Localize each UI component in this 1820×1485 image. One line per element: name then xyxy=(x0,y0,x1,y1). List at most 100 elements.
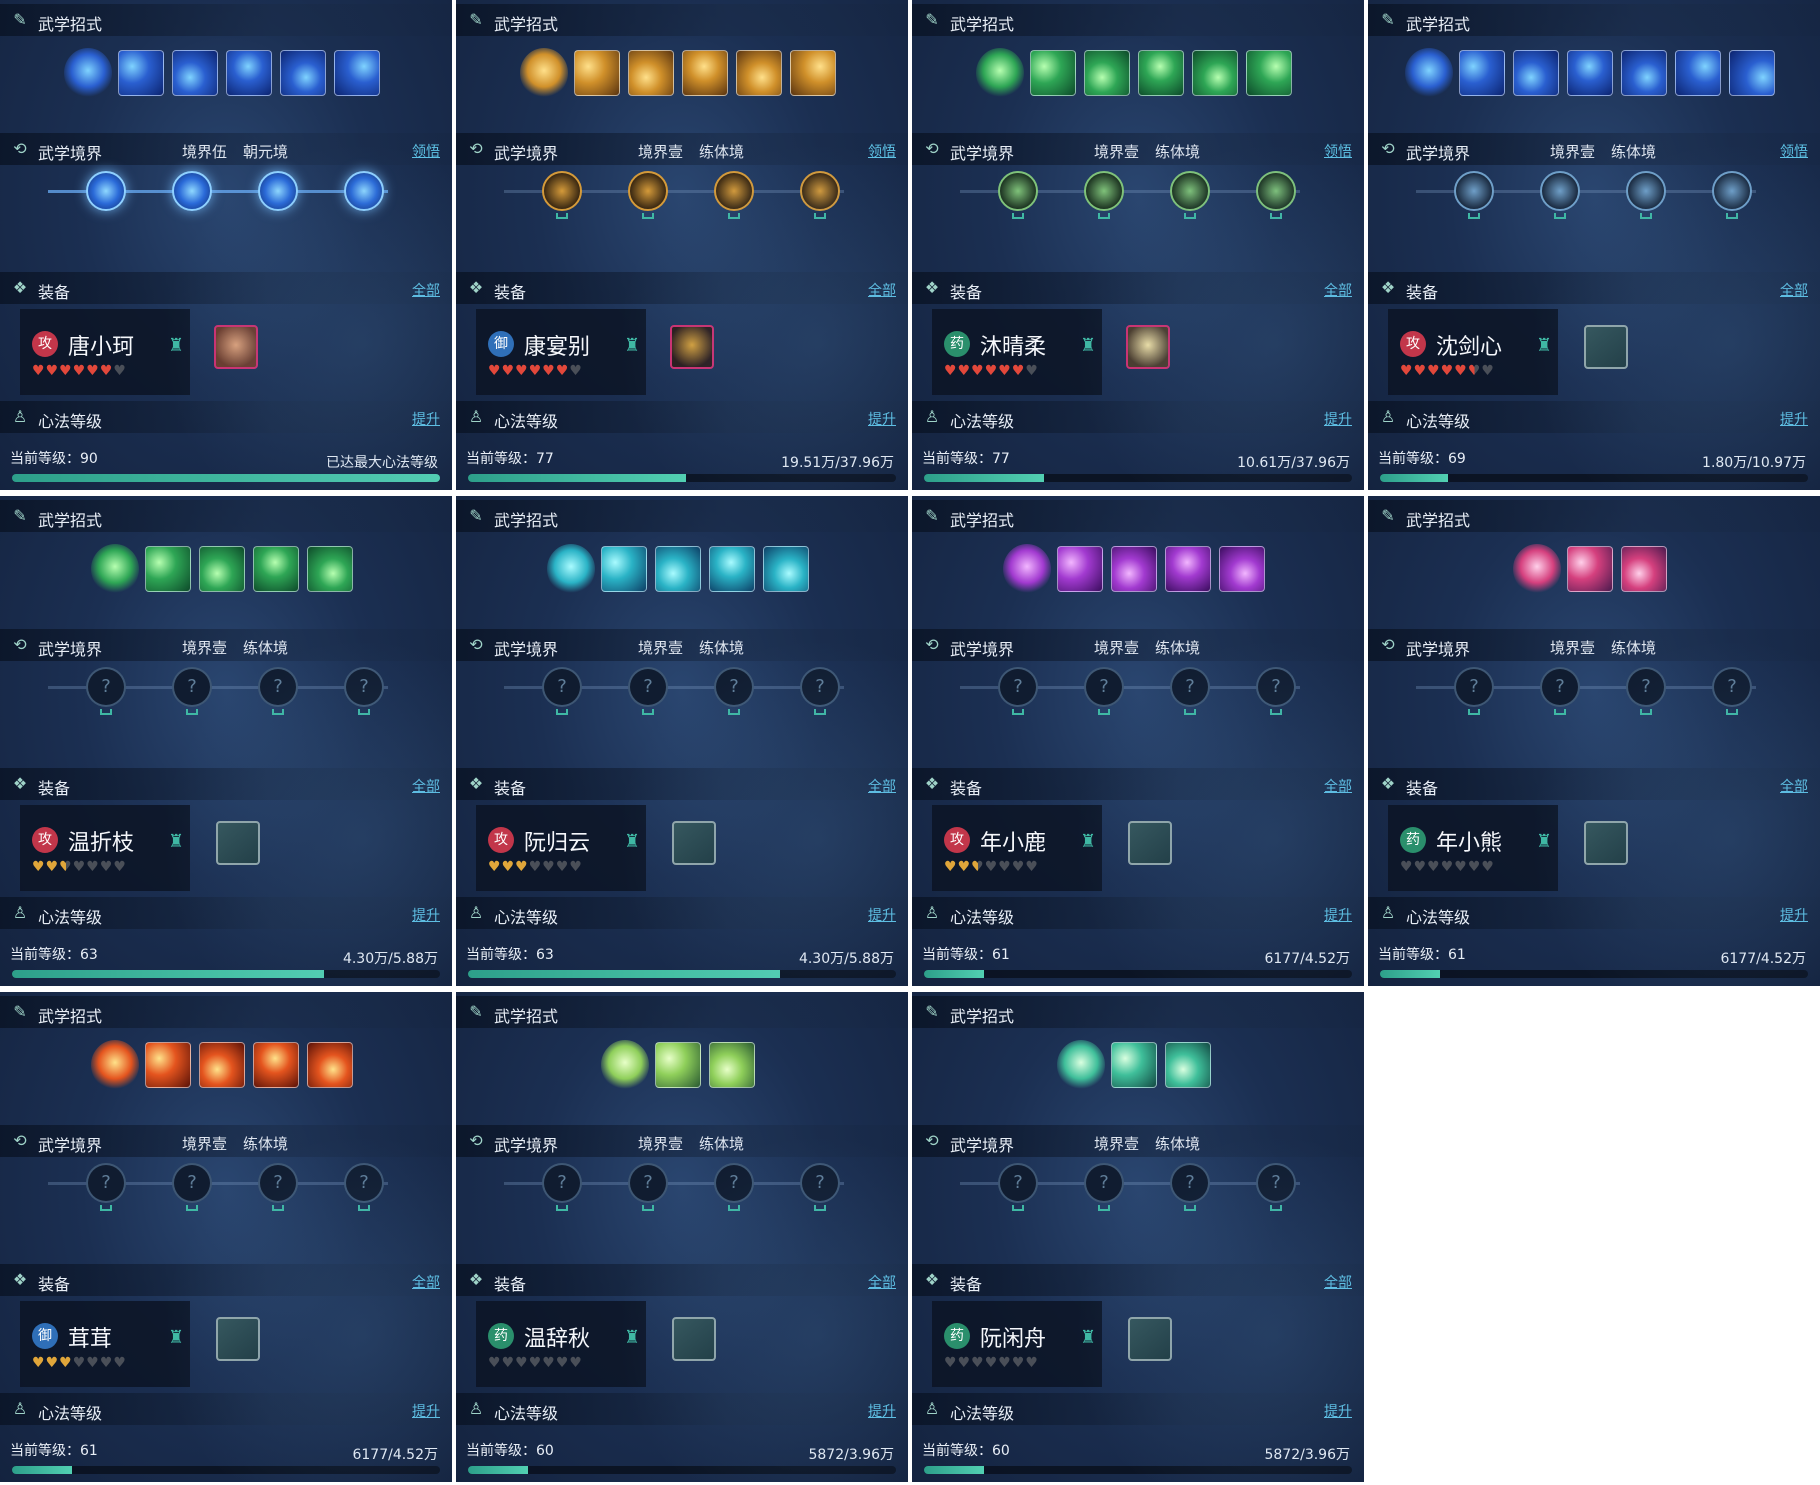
equipment-slot[interactable] xyxy=(1128,821,1172,865)
main-skill-icon[interactable] xyxy=(976,48,1024,98)
realm-node[interactable]: ? xyxy=(800,667,840,707)
upgrade-link[interactable]: 提升 xyxy=(1324,409,1352,429)
main-skill-icon[interactable] xyxy=(91,1040,139,1090)
realm-node[interactable] xyxy=(86,171,126,211)
realm-node[interactable]: ? xyxy=(258,1163,298,1203)
skill-icon[interactable] xyxy=(280,50,326,96)
realm-node[interactable]: ? xyxy=(542,1163,582,1203)
character-card[interactable]: 攻沈剑心 ♜ ♥♥♥♥♥♥♥ xyxy=(1388,309,1558,395)
skill-icon[interactable] xyxy=(709,546,755,592)
skill-icon[interactable] xyxy=(307,546,353,592)
all-equipment-link[interactable]: 全部 xyxy=(412,1272,440,1292)
main-skill-icon[interactable] xyxy=(64,48,112,98)
realm-node[interactable] xyxy=(258,171,298,211)
realm-node[interactable]: ? xyxy=(1170,667,1210,707)
skill-icon[interactable] xyxy=(763,546,809,592)
upgrade-link[interactable]: 提升 xyxy=(868,905,896,925)
skill-icon[interactable] xyxy=(1138,50,1184,96)
upgrade-link[interactable]: 提升 xyxy=(1324,1401,1352,1421)
all-equipment-link[interactable]: 全部 xyxy=(1780,280,1808,300)
skill-icon[interactable] xyxy=(1057,546,1103,592)
realm-node[interactable]: ? xyxy=(1084,1163,1124,1203)
main-skill-icon[interactable] xyxy=(1405,48,1453,98)
all-equipment-link[interactable]: 全部 xyxy=(1324,1272,1352,1292)
equipment-slot[interactable] xyxy=(672,1317,716,1361)
main-skill-icon[interactable] xyxy=(520,48,568,98)
skill-icon[interactable] xyxy=(655,1042,701,1088)
skill-icon[interactable] xyxy=(253,546,299,592)
realm-node[interactable] xyxy=(800,171,840,211)
realm-node[interactable]: ? xyxy=(1454,667,1494,707)
equipment-slot[interactable] xyxy=(1128,1317,1172,1361)
skill-icon[interactable] xyxy=(1621,546,1667,592)
character-card[interactable]: 御茸茸 ♜ ♥♥♥♥♥♥♥ xyxy=(20,1301,190,1387)
main-skill-icon[interactable] xyxy=(1057,1040,1105,1090)
skill-icon[interactable] xyxy=(199,546,245,592)
skill-icon[interactable] xyxy=(1675,50,1721,96)
all-equipment-link[interactable]: 全部 xyxy=(868,280,896,300)
upgrade-link[interactable]: 提升 xyxy=(412,905,440,925)
realm-node[interactable] xyxy=(628,171,668,211)
equipment-slot[interactable] xyxy=(672,821,716,865)
realm-node[interactable] xyxy=(1626,171,1666,211)
realm-node[interactable]: ? xyxy=(86,1163,126,1203)
skill-icon[interactable] xyxy=(226,50,272,96)
equipment-slot[interactable] xyxy=(216,821,260,865)
skill-icon[interactable] xyxy=(145,1042,191,1088)
skill-icon[interactable] xyxy=(253,1042,299,1088)
main-skill-icon[interactable] xyxy=(547,544,595,594)
realm-node[interactable] xyxy=(1170,171,1210,211)
realm-node[interactable]: ? xyxy=(1712,667,1752,707)
equipment-slot[interactable] xyxy=(670,325,714,369)
main-skill-icon[interactable] xyxy=(1003,544,1051,594)
upgrade-link[interactable]: 提升 xyxy=(868,1401,896,1421)
all-equipment-link[interactable]: 全部 xyxy=(1324,280,1352,300)
skill-icon[interactable] xyxy=(1567,50,1613,96)
equipment-slot[interactable] xyxy=(1584,325,1628,369)
skill-icon[interactable] xyxy=(334,50,380,96)
character-card[interactable]: 攻年小鹿 ♜ ♥♥♥♥♥♥♥ xyxy=(932,805,1102,891)
realm-node[interactable]: ? xyxy=(714,1163,754,1203)
character-card[interactable]: 药温辞秋 ♜ ♥♥♥♥♥♥♥ xyxy=(476,1301,646,1387)
character-card[interactable]: 攻阮归云 ♜ ♥♥♥♥♥♥♥ xyxy=(476,805,646,891)
skill-icon[interactable] xyxy=(1219,546,1265,592)
comprehend-link[interactable]: 领悟 xyxy=(1324,141,1352,161)
upgrade-link[interactable]: 提升 xyxy=(412,1401,440,1421)
realm-node[interactable]: ? xyxy=(172,667,212,707)
comprehend-link[interactable]: 领悟 xyxy=(412,141,440,161)
comprehend-link[interactable]: 领悟 xyxy=(1780,141,1808,161)
skill-icon[interactable] xyxy=(307,1042,353,1088)
realm-node[interactable] xyxy=(1454,171,1494,211)
skill-icon[interactable] xyxy=(1192,50,1238,96)
character-card[interactable]: 药阮闲舟 ♜ ♥♥♥♥♥♥♥ xyxy=(932,1301,1102,1387)
skill-icon[interactable] xyxy=(628,50,674,96)
realm-node[interactable]: ? xyxy=(1626,667,1666,707)
realm-node[interactable] xyxy=(1256,171,1296,211)
character-card[interactable]: 药沐晴柔 ♜ ♥♥♥♥♥♥♥ xyxy=(932,309,1102,395)
equipment-slot[interactable] xyxy=(216,1317,260,1361)
realm-node[interactable]: ? xyxy=(800,1163,840,1203)
main-skill-icon[interactable] xyxy=(91,544,139,594)
all-equipment-link[interactable]: 全部 xyxy=(868,1272,896,1292)
character-card[interactable]: 攻唐小珂 ♜ ♥♥♥♥♥♥♥ xyxy=(20,309,190,395)
equipment-slot[interactable] xyxy=(1126,325,1170,369)
skill-icon[interactable] xyxy=(1111,1042,1157,1088)
skill-icon[interactable] xyxy=(682,50,728,96)
skill-icon[interactable] xyxy=(118,50,164,96)
skill-icon[interactable] xyxy=(1084,50,1130,96)
realm-node[interactable]: ? xyxy=(86,667,126,707)
skill-icon[interactable] xyxy=(574,50,620,96)
skill-icon[interactable] xyxy=(1246,50,1292,96)
upgrade-link[interactable]: 提升 xyxy=(412,409,440,429)
skill-icon[interactable] xyxy=(199,1042,245,1088)
realm-node[interactable] xyxy=(714,171,754,211)
skill-icon[interactable] xyxy=(1513,50,1559,96)
character-card[interactable]: 御康宴别 ♜ ♥♥♥♥♥♥♥ xyxy=(476,309,646,395)
realm-node[interactable]: ? xyxy=(1256,667,1296,707)
realm-node[interactable] xyxy=(344,171,384,211)
skill-icon[interactable] xyxy=(1621,50,1667,96)
skill-icon[interactable] xyxy=(1729,50,1775,96)
realm-node[interactable]: ? xyxy=(1540,667,1580,707)
realm-node[interactable]: ? xyxy=(1170,1163,1210,1203)
realm-node[interactable]: ? xyxy=(1084,667,1124,707)
